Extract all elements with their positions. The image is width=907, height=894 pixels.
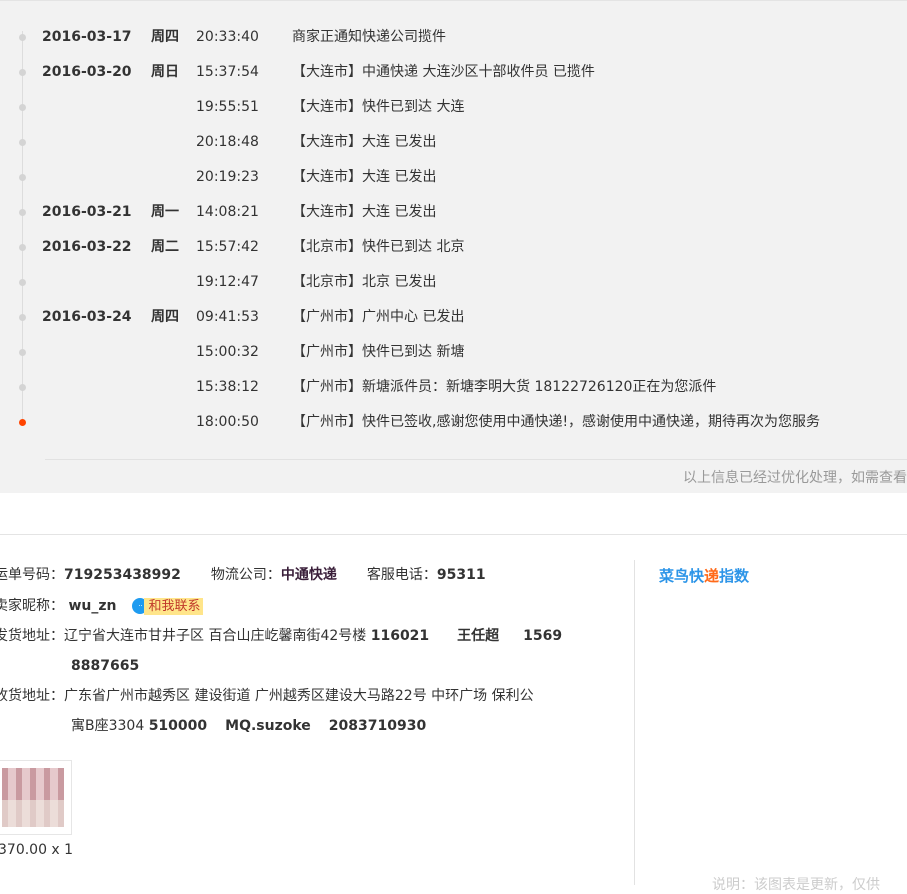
timeline-dot bbox=[19, 419, 26, 426]
contact-me-button[interactable]: ·· 和我联系 bbox=[132, 597, 204, 615]
timeline-row: 2016-03-24 周四 09:41:53 【广州市】广州中心 已发出 bbox=[0, 307, 907, 327]
weekday: 周二 bbox=[151, 239, 179, 255]
divider bbox=[0, 534, 907, 535]
address: 辽宁省大连市甘井子区 百合山庄屹馨南街42号楼 bbox=[64, 628, 367, 644]
timeline-dot bbox=[19, 139, 26, 146]
event-text: 【北京市】北京 已发出 bbox=[292, 274, 437, 290]
timeline-row: 20:18:48 【大连市】大连 已发出 bbox=[0, 132, 907, 152]
name: MQ.suzoke bbox=[225, 718, 311, 734]
contact-label: 和我联系 bbox=[144, 597, 204, 615]
timeline-line bbox=[22, 31, 23, 423]
event-text: 【大连市】中通快递 大连沙区十部收件员 已揽件 bbox=[292, 64, 595, 80]
timeline-row: 20:19:23 【大连市】大连 已发出 bbox=[0, 167, 907, 187]
chart-explanation: 说明：该图表是更新，仅供 bbox=[712, 877, 880, 893]
divider bbox=[45, 459, 907, 460]
service-phone: 95311 bbox=[436, 567, 486, 583]
time: 20:18:48 bbox=[196, 134, 259, 150]
timeline-row: 19:12:47 【北京市】北京 已发出 bbox=[0, 272, 907, 292]
timeline-row: 15:38:12 【广州市】新塘派件员：新塘李明大货 18122726120正在… bbox=[0, 377, 907, 397]
timeline-dot bbox=[19, 244, 26, 251]
time: 09:41:53 bbox=[196, 309, 259, 325]
logo-text: 递 bbox=[704, 567, 720, 585]
date: 2016-03-17 bbox=[42, 29, 132, 45]
logo-text: 菜鸟快 bbox=[659, 567, 705, 585]
event-text: 【大连市】大连 已发出 bbox=[292, 134, 437, 150]
phone: 2083710930 bbox=[328, 718, 427, 734]
time: 20:33:40 bbox=[196, 29, 259, 45]
label: 发货地址： bbox=[0, 628, 64, 644]
label: 物流公司： bbox=[210, 567, 281, 583]
event-text: 【广州市】快件已签收,感谢您使用中通快递!，感谢使用中通快递，期待再次为您服务 bbox=[292, 414, 821, 430]
timeline-row: 15:00:32 【广州市】快件已到达 新塘 bbox=[0, 342, 907, 362]
timeline-dot bbox=[19, 209, 26, 216]
logistics-timeline: 2016-03-17 周四 20:33:40 商家正通知快递公司揽件 2016-… bbox=[0, 0, 907, 493]
phone-cont: 8887665 bbox=[71, 658, 140, 674]
timeline-row: 2016-03-17 周四 20:33:40 商家正通知快递公司揽件 bbox=[0, 27, 907, 47]
time: 15:37:54 bbox=[196, 64, 259, 80]
to-address-cont: 寓B座3304 510000 MQ.suzoke 2083710930 bbox=[71, 711, 426, 741]
label: 卖家昵称： bbox=[0, 598, 64, 614]
divider bbox=[634, 560, 635, 885]
event-text: 【大连市】快件已到达 大连 bbox=[292, 99, 465, 115]
timeline-dot bbox=[19, 279, 26, 286]
address: 广东省广州市越秀区 建设街道 广州越秀区建设大马路22号 中环广场 保利公 bbox=[64, 688, 534, 704]
date: 2016-03-21 bbox=[42, 204, 132, 220]
event-text: 【大连市】大连 已发出 bbox=[292, 169, 437, 185]
time: 14:08:21 bbox=[196, 204, 259, 220]
weekday: 周四 bbox=[151, 29, 179, 45]
label: 收货地址： bbox=[0, 688, 64, 704]
timeline-dot bbox=[19, 174, 26, 181]
timeline-dot bbox=[19, 314, 26, 321]
date: 2016-03-20 bbox=[42, 64, 132, 80]
weekday: 周四 bbox=[151, 309, 179, 325]
from-address: 发货地址：辽宁省大连市甘井子区 百合山庄屹馨南街42号楼 116021 王任超 15… bbox=[0, 621, 562, 651]
to-address: 收货地址：广东省广州市越秀区 建设街道 广州越秀区建设大马路22号 中环广场 保… bbox=[0, 681, 534, 711]
label: 运单号码： bbox=[0, 567, 64, 583]
time: 20:19:23 bbox=[196, 169, 259, 185]
company-name: 中通快递 bbox=[280, 567, 337, 583]
event-text: 【北京市】快件已到达 北京 bbox=[292, 239, 465, 255]
event-text: 商家正通知快递公司揽件 bbox=[292, 29, 446, 45]
logo-text: 指数 bbox=[719, 567, 750, 585]
event-text: 【大连市】大连 已发出 bbox=[292, 204, 437, 220]
name: 王任超 bbox=[457, 628, 500, 644]
timeline-dot bbox=[19, 104, 26, 111]
cainiao-index-logo[interactable]: 菜鸟快递指数 bbox=[659, 565, 749, 586]
product-image[interactable] bbox=[0, 760, 72, 835]
timeline-dot bbox=[19, 349, 26, 356]
optimized-note: 以上信息已经过优化处理，如需查看 bbox=[683, 470, 907, 486]
time: 18:00:50 bbox=[196, 414, 259, 430]
event-text: 【广州市】新塘派件员：新塘李明大货 18122726120正在为您派件 bbox=[292, 379, 717, 395]
time: 15:38:12 bbox=[196, 379, 259, 395]
time: 15:57:42 bbox=[196, 239, 259, 255]
phone: 1569 bbox=[523, 628, 563, 644]
zip: 116021 bbox=[370, 628, 430, 644]
weekday: 周日 bbox=[151, 64, 179, 80]
timeline-row: 18:00:50 【广州市】快件已签收,感谢您使用中通快递!，感谢使用中通快递，… bbox=[0, 412, 907, 432]
event-text: 【广州市】快件已到达 新塘 bbox=[292, 344, 465, 360]
label: 客服电话： bbox=[366, 567, 437, 583]
waybill-line: 运单号码：719253438992 物流公司：中通快递 客服电话：95311 bbox=[0, 560, 486, 590]
timeline-dot bbox=[19, 69, 26, 76]
timeline-row: 2016-03-21 周一 14:08:21 【大连市】大连 已发出 bbox=[0, 202, 907, 222]
date: 2016-03-22 bbox=[42, 239, 132, 255]
seller-line: 卖家昵称： wu_zn ·· 和我联系 bbox=[0, 591, 204, 621]
time: 19:55:51 bbox=[196, 99, 259, 115]
timeline-dot bbox=[19, 34, 26, 41]
address: 寓B座3304 bbox=[71, 718, 145, 734]
timeline-row: 2016-03-20 周日 15:37:54 【大连市】中通快递 大连沙区十部收… bbox=[0, 62, 907, 82]
timeline-dot bbox=[19, 384, 26, 391]
time: 15:00:32 bbox=[196, 344, 259, 360]
zip: 510000 bbox=[148, 718, 208, 734]
waybill-number: 719253438992 bbox=[64, 567, 181, 583]
timeline-row: 2016-03-22 周二 15:57:42 【北京市】快件已到达 北京 bbox=[0, 237, 907, 257]
product-price: 370.00 x 1 bbox=[0, 842, 74, 858]
date: 2016-03-24 bbox=[42, 309, 132, 325]
weekday: 周一 bbox=[151, 204, 179, 220]
event-text: 【广州市】广州中心 已发出 bbox=[292, 309, 465, 325]
timeline-row: 19:55:51 【大连市】快件已到达 大连 bbox=[0, 97, 907, 117]
time: 19:12:47 bbox=[196, 274, 259, 290]
seller-nick: wu_zn bbox=[68, 598, 117, 614]
